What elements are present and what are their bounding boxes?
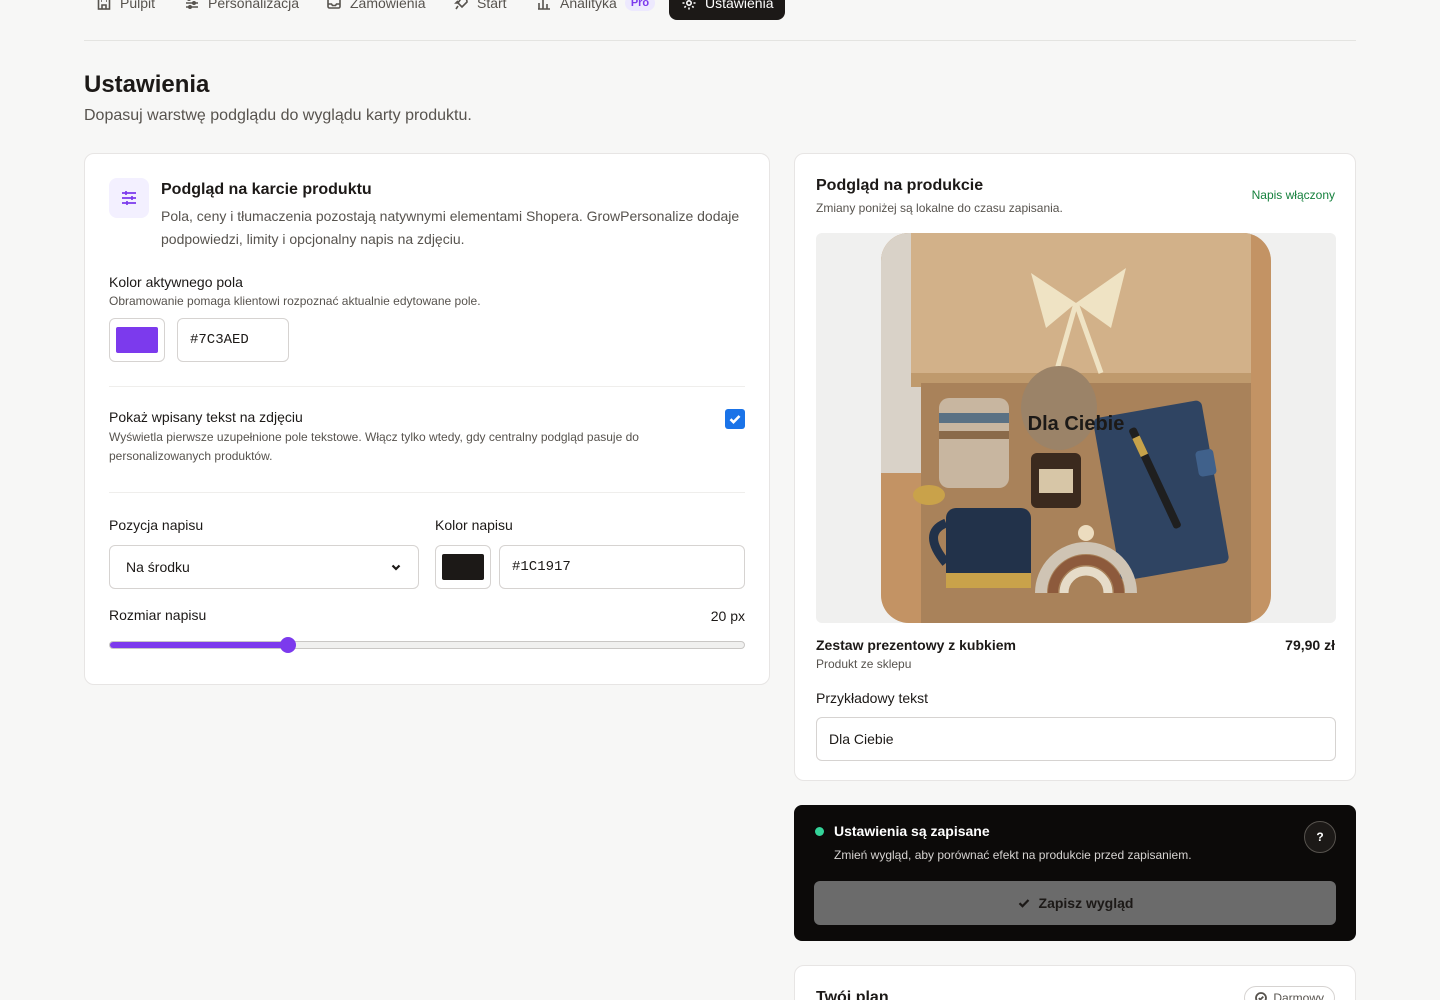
text-size-label: Rozmiar napisu — [109, 607, 207, 623]
save-panel: Ustawienia są zapisane Zmień wygląd, aby… — [794, 805, 1356, 941]
active-color-hex-input[interactable] — [177, 318, 289, 362]
nav-item-label: Analityka — [560, 0, 617, 11]
section-description: Pola, ceny i tłumaczenia pozostają natyw… — [161, 208, 740, 247]
nav-item-zamowienia[interactable]: Zamówienia — [314, 0, 437, 20]
preview-status: Napis włączony — [1251, 188, 1335, 202]
building-icon — [97, 0, 111, 10]
active-color-hint: Obramowanie pomaga klientowi rozpoznać a… — [109, 294, 481, 308]
text-size-slider[interactable] — [109, 637, 745, 653]
rocket-icon — [454, 0, 468, 10]
product-name: Zestaw prezentowy z kubkiem — [816, 637, 1016, 653]
help-button[interactable]: ? — [1304, 821, 1336, 853]
check-icon — [1018, 899, 1029, 908]
nav-item-analityka[interactable]: Analityka Pro — [524, 0, 667, 20]
nav-item-label: Ustawienia — [705, 0, 774, 11]
sliders-icon — [122, 191, 136, 205]
pro-badge: Pro — [624, 0, 656, 11]
save-button-label: Zapisz wygląd — [1038, 895, 1134, 911]
plan-card: Twój plan Darmowy — [794, 965, 1356, 1000]
inbox-icon — [327, 0, 341, 9]
nav-item-pulpit[interactable]: Pulpit — [84, 0, 167, 20]
plan-badge: Darmowy — [1244, 986, 1335, 1000]
divider — [109, 386, 745, 387]
preview-title: Podgląd na produkcie — [816, 177, 984, 194]
slider-fill — [110, 642, 288, 648]
check-circle-icon — [1255, 992, 1268, 1000]
show-text-label: Pokaż wpisany tekst na zdjęciu — [109, 409, 303, 425]
nav-item-label: Start — [477, 0, 507, 11]
position-select-value: Na środku — [126, 559, 190, 575]
nav-item-personalizacja[interactable]: Personalizacja — [172, 0, 311, 20]
text-color-label: Kolor napisu — [435, 517, 513, 533]
page-title: Ustawienia — [84, 71, 210, 98]
active-color-label: Kolor aktywnego pola — [109, 274, 243, 290]
preview-subtitle: Zmiany poniżej są lokalne do czasu zapis… — [816, 201, 1063, 215]
plan-title: Twój plan — [816, 989, 889, 1000]
sample-text-input[interactable]: Dla Ciebie — [816, 717, 1336, 761]
product-source: Produkt ze sklepu — [816, 657, 912, 671]
nav-item-label: Zamówienia — [350, 0, 426, 11]
save-status-description: Zmień wygląd, aby porównać efekt na prod… — [834, 848, 1192, 862]
active-color-swatch[interactable] — [109, 318, 165, 362]
product-photo: Dla Ciebie — [881, 233, 1271, 623]
slider-thumb[interactable] — [279, 637, 296, 653]
nav-item-label: Pulpit — [120, 0, 156, 11]
checkmark-icon — [729, 415, 741, 425]
settings-section-icon — [109, 178, 149, 218]
nav-item-label: Personalizacja — [208, 0, 300, 11]
preview-card: Podgląd na produkcie Zmiany poniżej są l… — [794, 153, 1356, 781]
chevron-down-icon — [391, 564, 401, 571]
position-label: Pozycja napisu — [109, 517, 204, 533]
plan-badge-label: Darmowy — [1273, 991, 1324, 1000]
settings-card: Podgląd na karcie produktu Pola, ceny i … — [84, 153, 770, 685]
gear-icon — [682, 0, 696, 10]
product-preview-area: Dla Ciebie — [816, 233, 1336, 623]
bar-chart-icon — [538, 0, 550, 10]
save-status-title: Ustawienia są zapisane — [834, 823, 990, 839]
product-price: 79,90 zł — [1285, 637, 1335, 653]
status-dot — [815, 827, 824, 836]
nav-item-ustawienia[interactable]: Ustawienia — [669, 0, 786, 20]
show-text-checkbox[interactable] — [725, 409, 745, 429]
sample-text-label: Przykładowy tekst — [816, 690, 929, 706]
position-select[interactable]: Na środku — [109, 545, 419, 589]
show-text-hint: Wyświetla pierwsze uzupełnione pole teks… — [109, 430, 639, 463]
text-color-preview — [442, 554, 484, 580]
divider — [109, 492, 745, 493]
text-color-swatch[interactable] — [435, 545, 491, 589]
page-subtitle: Dopasuj warstwę podglądu do wyglądu kart… — [84, 107, 472, 124]
sample-text-value: Dla Ciebie — [829, 731, 894, 747]
top-navigation: Pulpit Personalizacja Zamówienia Start A… — [84, 0, 1356, 41]
save-appearance-button[interactable]: Zapisz wygląd — [814, 881, 1336, 925]
sliders-icon — [186, 0, 198, 10]
active-color-preview — [116, 327, 158, 353]
photo-overlay-text: Dla Ciebie — [1027, 413, 1125, 435]
text-color-hex-input[interactable] — [499, 545, 745, 589]
section-title: Podgląd na karcie produktu — [161, 181, 372, 198]
nav-item-start[interactable]: Start — [441, 0, 519, 20]
text-size-value: 20 px — [710, 608, 745, 624]
